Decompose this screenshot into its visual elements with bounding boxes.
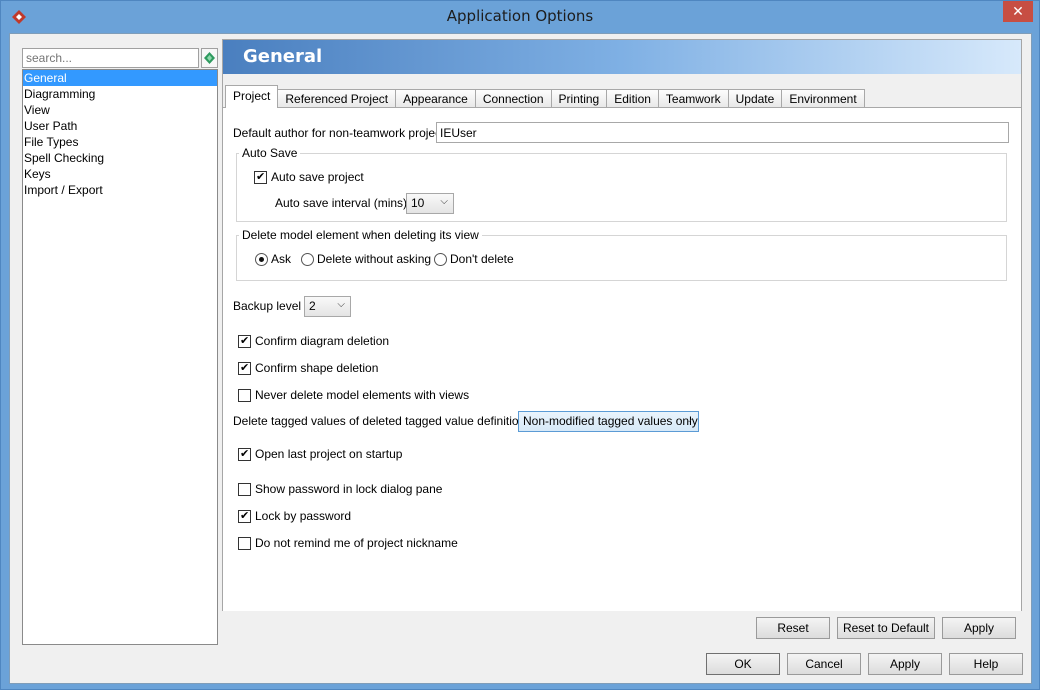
tree-item-import-export[interactable]: Import / Export — [23, 182, 217, 198]
default-author-field[interactable] — [436, 122, 1009, 143]
dialog-apply-button[interactable]: Apply — [868, 653, 942, 675]
radio-delete-without-asking[interactable] — [301, 253, 314, 266]
delete-model-group-title: Delete model element when deleting its v… — [239, 228, 482, 242]
title-bar[interactable]: Application Options ✕ — [1, 1, 1039, 33]
tree-item-general[interactable]: General — [23, 70, 217, 86]
chevron-down-icon: ⌵ — [685, 414, 693, 425]
auto-save-interval-label: Auto save interval (mins) : — [275, 196, 414, 210]
section-header-banner: General — [223, 40, 1021, 74]
tab-printing[interactable]: Printing — [550, 89, 608, 109]
tree-item-diagramming[interactable]: Diagramming — [23, 86, 217, 102]
tab-project[interactable]: Project — [225, 85, 279, 108]
confirm-diagram-deletion-label: Confirm diagram deletion — [255, 334, 390, 348]
show-password-label: Show password in lock dialog pane — [255, 482, 443, 496]
close-window-button[interactable]: ✕ — [1003, 1, 1033, 22]
tab-environment[interactable]: Environment — [781, 89, 865, 109]
help-button[interactable]: Help — [949, 653, 1023, 675]
auto-save-interval-value: 10 — [411, 196, 425, 210]
window-title: Application Options — [446, 7, 594, 25]
radio-ask[interactable] — [255, 253, 268, 266]
delete-tagged-values-value: Non-modified tagged values only — [523, 414, 698, 428]
tree-item-view[interactable]: View — [23, 102, 217, 118]
section-title: General — [243, 46, 323, 67]
application-options-window: Application Options ✕ General Diagrammin… — [0, 0, 1040, 690]
chevron-down-icon: ⌵ — [337, 299, 345, 310]
tab-strip: Project Referenced Project Appearance Conne… — [225, 85, 865, 109]
show-password-checkbox[interactable] — [238, 483, 251, 496]
tree-item-spell-checking[interactable]: Spell Checking — [23, 150, 217, 166]
lock-by-password-checkbox[interactable] — [238, 509, 251, 523]
category-tree[interactable]: General Diagramming View User Path File … — [22, 69, 218, 645]
tree-item-user-path[interactable]: User Path — [23, 118, 217, 134]
lock-by-password-label: Lock by password — [255, 509, 352, 523]
panel-apply-button[interactable]: Apply — [942, 617, 1016, 639]
cancel-button[interactable]: Cancel — [787, 653, 861, 675]
do-not-remind-nickname-checkbox[interactable] — [238, 537, 251, 550]
chevron-down-icon: ⌵ — [440, 196, 448, 207]
never-delete-model-checkbox[interactable] — [238, 389, 251, 402]
tab-appearance[interactable]: Appearance — [395, 89, 476, 109]
auto-save-group-title: Auto Save — [239, 146, 301, 160]
delete-tagged-values-label: Delete tagged values of deleted tagged v… — [233, 414, 538, 428]
tab-update[interactable]: Update — [727, 89, 783, 109]
options-panel: General Project Referenced Project Appeara… — [222, 39, 1022, 611]
auto-save-project-checkbox[interactable] — [254, 170, 267, 184]
search-input[interactable] — [22, 48, 199, 68]
auto-save-interval-select[interactable]: 10 ⌵ — [406, 193, 454, 214]
auto-save-group — [236, 153, 1007, 222]
confirm-shape-deletion-checkbox[interactable] — [238, 361, 251, 375]
reset-button[interactable]: Reset — [756, 617, 830, 639]
tab-edition[interactable]: Edition — [606, 89, 659, 109]
diamond-arrow-icon — [204, 52, 215, 64]
radio-dont-delete-label: Don't delete — [450, 252, 514, 266]
tree-item-keys[interactable]: Keys — [23, 166, 217, 182]
reset-to-default-button[interactable]: Reset to Default — [837, 617, 935, 639]
radio-delete-without-asking-label: Delete without asking — [317, 252, 432, 266]
ok-button[interactable]: OK — [706, 653, 780, 675]
backup-level-value: 2 — [309, 299, 316, 313]
radio-dont-delete[interactable] — [434, 253, 447, 266]
radio-ask-label: Ask — [271, 252, 292, 266]
auto-save-project-label: Auto save project — [271, 170, 364, 184]
tree-item-file-types[interactable]: File Types — [23, 134, 217, 150]
tab-connection[interactable]: Connection — [474, 89, 552, 109]
confirm-shape-deletion-label: Confirm shape deletion — [255, 361, 379, 375]
dialog-client-area: General Diagramming View User Path File … — [9, 33, 1032, 684]
backup-level-select[interactable]: 2 ⌵ — [304, 296, 351, 317]
open-last-project-checkbox[interactable] — [238, 447, 251, 461]
open-last-project-label: Open last project on startup — [255, 447, 403, 461]
tab-referenced-project[interactable]: Referenced Project — [277, 89, 397, 109]
never-delete-model-label: Never delete model elements with views — [255, 388, 470, 402]
do-not-remind-nickname-label: Do not remind me of project nickname — [255, 536, 458, 550]
tab-teamwork[interactable]: Teamwork — [657, 89, 729, 109]
search-go-button[interactable] — [201, 48, 218, 68]
default-author-label: Default author for non-teamwork project: — [233, 126, 448, 140]
project-tab-content: Default author for non-teamwork project:… — [223, 107, 1021, 611]
backup-level-label: Backup level : — [233, 299, 308, 313]
confirm-diagram-deletion-checkbox[interactable] — [238, 334, 251, 348]
delete-tagged-values-select[interactable]: Non-modified tagged values only ⌵ — [518, 411, 699, 432]
